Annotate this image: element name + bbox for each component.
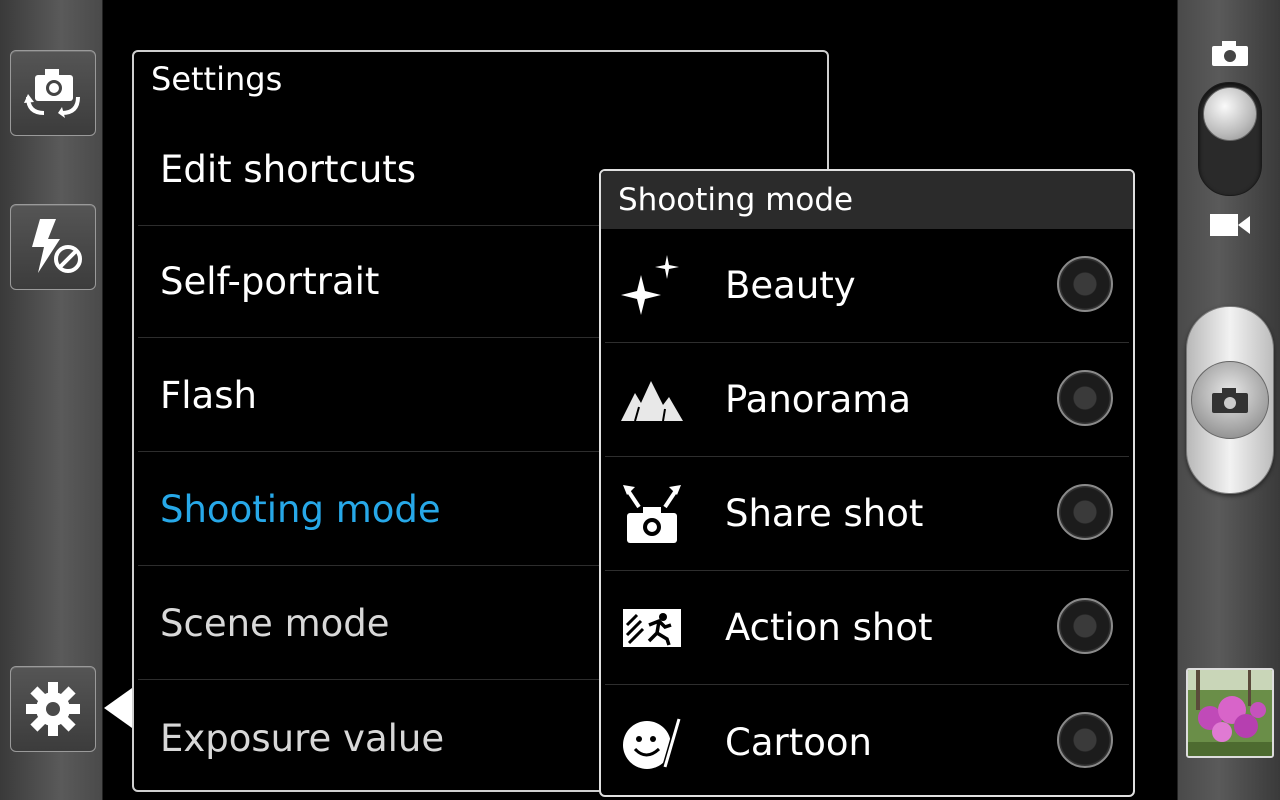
radio-button[interactable]	[1057, 370, 1113, 426]
right-toolbar	[1177, 0, 1280, 800]
option-panorama[interactable]: Panorama	[605, 343, 1129, 457]
option-action-shot[interactable]: Action shot	[605, 571, 1129, 685]
option-label: Cartoon	[725, 720, 872, 764]
option-label: Beauty	[725, 264, 856, 307]
camera-mode-icon	[1212, 41, 1248, 66]
shutter-camera-icon	[1212, 388, 1248, 413]
settings-button[interactable]	[10, 666, 96, 752]
flash-off-icon	[32, 219, 82, 273]
video-mode-icon	[1210, 214, 1250, 236]
option-label: Panorama	[725, 378, 912, 421]
camera-video-switch[interactable]	[1198, 82, 1262, 196]
flash-button[interactable]	[10, 204, 96, 290]
radio-button[interactable]	[1057, 256, 1113, 312]
option-share-shot[interactable]: Share shot	[605, 457, 1129, 571]
option-label: Share shot	[725, 492, 924, 535]
panel-pointer	[104, 688, 132, 728]
share-camera-icon	[619, 481, 685, 547]
running-person-icon	[619, 595, 685, 661]
switch-camera-icon	[24, 69, 80, 118]
switch-knob[interactable]	[1203, 87, 1257, 141]
gallery-thumbnail[interactable]	[1186, 668, 1274, 758]
sparkle-icon	[619, 253, 685, 319]
switch-camera-button[interactable]	[10, 50, 96, 136]
option-label: Action shot	[725, 606, 933, 649]
left-toolbar	[0, 0, 103, 800]
shooting-mode-popup: Shooting mode Beauty Panorama Share shot…	[599, 169, 1135, 797]
radio-button[interactable]	[1057, 712, 1113, 768]
settings-title: Settings	[151, 60, 283, 98]
radio-button[interactable]	[1057, 484, 1113, 540]
option-beauty[interactable]: Beauty	[605, 229, 1129, 343]
mountains-icon	[619, 367, 685, 433]
popup-title: Shooting mode	[601, 171, 1133, 229]
shutter-inner[interactable]	[1191, 361, 1269, 439]
radio-button[interactable]	[1057, 598, 1113, 654]
cartoon-face-icon	[619, 709, 685, 775]
photo-thumbnail-image	[1188, 670, 1272, 756]
gear-icon	[26, 682, 80, 736]
option-cartoon[interactable]: Cartoon	[605, 685, 1129, 795]
shutter-button[interactable]	[1186, 306, 1274, 494]
